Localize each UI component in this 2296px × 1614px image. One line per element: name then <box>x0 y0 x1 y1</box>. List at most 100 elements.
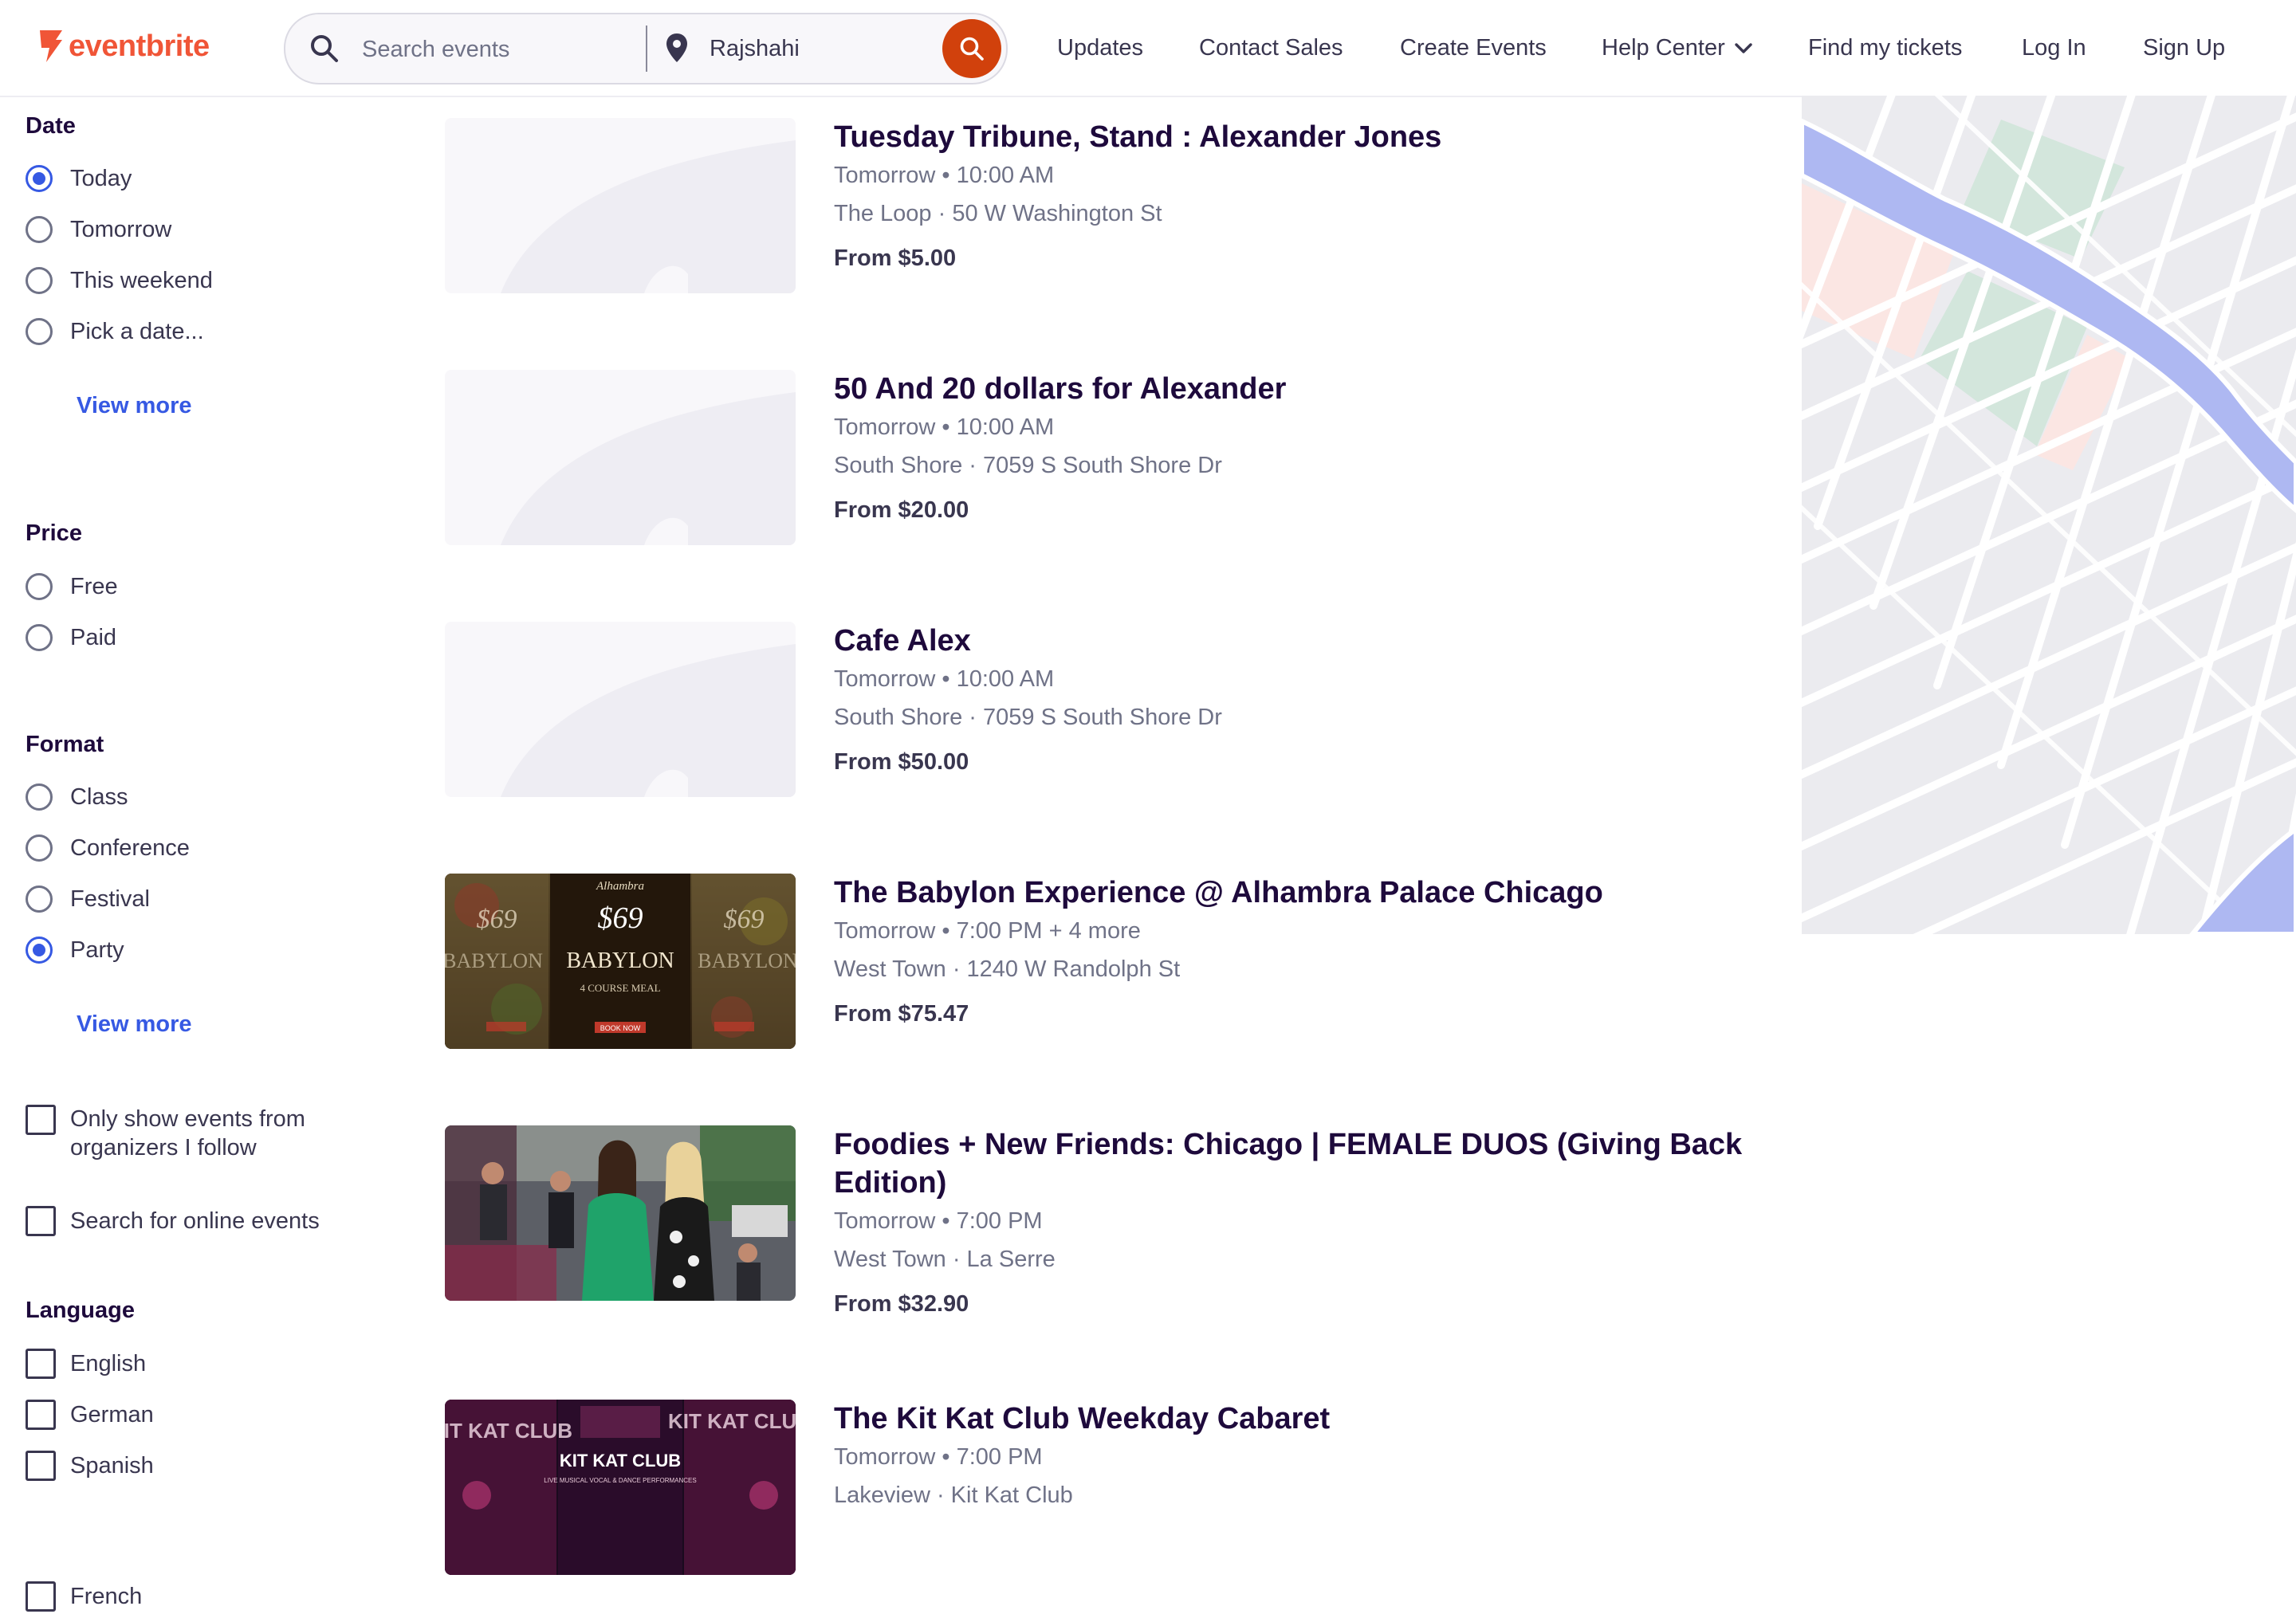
event-image-placeholder[interactable] <box>445 118 796 293</box>
event-location: West Town · La Serre <box>834 1247 1056 1272</box>
event-image-placeholder[interactable] <box>445 370 796 545</box>
filter-online-events[interactable]: Search for online events <box>26 1204 320 1239</box>
filter-language-french[interactable]: French <box>26 1579 142 1614</box>
radio[interactable] <box>26 624 53 651</box>
radio[interactable] <box>26 886 53 913</box>
event-card[interactable]: Cafe Alex Tomorrow • 10:00 AM South Shor… <box>445 622 1752 805</box>
event-card[interactable]: Foodies + New Friends: Chicago | FEMALE … <box>445 1125 1752 1349</box>
babylon-poster-image: Alhambra $69 $69 $69 BABYLON BABYLON BAB… <box>445 874 796 1049</box>
option-label: Today <box>70 165 132 191</box>
filter-date-pick[interactable]: Pick a date... <box>26 314 204 349</box>
format-view-more-link[interactable]: View more <box>77 1011 192 1038</box>
poster-brand: Alhambra <box>596 880 644 893</box>
radio-selected[interactable] <box>26 937 53 964</box>
friends-photo-image <box>445 1125 796 1301</box>
event-price: From $50.00 <box>834 749 969 775</box>
event-datetime: Tomorrow • 7:00 PM <box>834 1444 1043 1470</box>
filter-language-english[interactable]: English <box>26 1346 146 1381</box>
filter-format-class[interactable]: Class <box>26 780 128 815</box>
poster-price-left: $69 <box>477 905 517 934</box>
event-datetime: Tomorrow • 10:00 AM <box>834 163 1055 188</box>
event-title[interactable]: Foodies + New Friends: Chicago | FEMALE … <box>834 1125 1751 1202</box>
filter-date-tomorrow[interactable]: Tomorrow <box>26 212 171 247</box>
search-bar: Rajshahi <box>284 13 1008 84</box>
nav-sign-up[interactable]: Sign Up <box>2143 0 2225 96</box>
checkbox[interactable] <box>26 1349 56 1379</box>
radio[interactable] <box>26 573 53 600</box>
poster-price-right: $69 <box>724 905 765 934</box>
event-datetime: Tomorrow • 10:00 AM <box>834 666 1055 692</box>
filter-date-today[interactable]: Today <box>26 161 132 196</box>
map-canvas <box>1802 96 2296 934</box>
placeholder-image-icon <box>501 392 796 545</box>
radio[interactable] <box>26 216 53 243</box>
filter-price-paid[interactable]: Paid <box>26 620 116 655</box>
radio[interactable] <box>26 267 53 294</box>
option-label: Paid <box>70 624 117 650</box>
event-image-babylon[interactable]: Alhambra $69 $69 $69 BABYLON BABYLON BAB… <box>445 874 796 1049</box>
filter-language-german[interactable]: German <box>26 1397 154 1432</box>
event-price: From $20.00 <box>834 497 969 523</box>
filter-follow-organizers[interactable]: Only show events from organizers I follo… <box>26 1105 360 1162</box>
poster-name-left: BABYLON <box>445 949 543 972</box>
option-label: Pick a date... <box>70 318 204 344</box>
events-map[interactable] <box>1802 96 2296 934</box>
filter-format-conference[interactable]: Conference <box>26 831 190 866</box>
event-image-friends[interactable] <box>445 1125 796 1301</box>
eventbrite-logo[interactable]: eventbrite <box>35 22 210 70</box>
chevron-down-icon <box>1735 43 1752 54</box>
checkbox[interactable] <box>26 1451 56 1481</box>
filter-format-title: Format <box>26 732 104 757</box>
filter-date-weekend[interactable]: This weekend <box>26 263 213 298</box>
location-input[interactable]: Rajshahi <box>710 29 949 69</box>
option-label: Class <box>70 783 128 810</box>
option-label: Party <box>70 937 124 963</box>
nav-help-center[interactable]: Help Center <box>1602 0 1752 96</box>
checkbox[interactable] <box>26 1581 56 1612</box>
event-card[interactable]: Alhambra $69 $69 $69 BABYLON BABYLON BAB… <box>445 874 1752 1057</box>
poster-name-right: BABYLON <box>698 949 796 972</box>
checkbox[interactable] <box>26 1400 56 1430</box>
date-view-more-link[interactable]: View more <box>77 393 192 419</box>
checkbox[interactable] <box>26 1105 56 1135</box>
event-title[interactable]: Cafe Alex <box>834 622 1751 660</box>
filter-language-spanish[interactable]: Spanish <box>26 1448 154 1483</box>
radio[interactable] <box>26 318 53 345</box>
event-location: South Shore · 7059 S South Shore Dr <box>834 453 1222 478</box>
event-price: From $5.00 <box>834 245 957 271</box>
search-button[interactable] <box>942 19 1001 78</box>
option-label: Free <box>70 573 118 599</box>
filter-price-free[interactable]: Free <box>26 569 118 604</box>
event-title[interactable]: 50 And 20 dollars for Alexander <box>834 370 1751 408</box>
option-label: Spanish <box>70 1452 154 1479</box>
event-price: From $32.90 <box>834 1291 969 1317</box>
poster-price: $69 <box>598 901 643 935</box>
event-title[interactable]: The Kit Kat Club Weekday Cabaret <box>834 1400 1751 1438</box>
event-title[interactable]: The Babylon Experience @ Alhambra Palace… <box>834 874 1751 912</box>
event-title[interactable]: Tuesday Tribune, Stand : Alexander Jones <box>834 118 1751 156</box>
search-icon <box>311 35 338 62</box>
nav-contact-sales[interactable]: Contact Sales <box>1199 0 1343 96</box>
radio[interactable] <box>26 834 53 862</box>
filter-format-party[interactable]: Party <box>26 933 124 968</box>
nav-log-in[interactable]: Log In <box>2022 0 2086 96</box>
event-card[interactable]: Tuesday Tribune, Stand : Alexander Jones… <box>445 118 1752 301</box>
option-label: German <box>70 1401 154 1427</box>
checkbox[interactable] <box>26 1206 56 1236</box>
nav-updates[interactable]: Updates <box>1057 0 1143 96</box>
event-card[interactable]: KIT KAT CLUB KIT KAT CLUB KIT KAT CLUB L… <box>445 1400 1752 1575</box>
event-image-kitkat[interactable]: KIT KAT CLUB KIT KAT CLUB KIT KAT CLUB L… <box>445 1400 796 1575</box>
filter-price-title: Price <box>26 520 82 546</box>
filter-format-festival[interactable]: Festival <box>26 882 150 917</box>
radio[interactable] <box>26 783 53 811</box>
kitkat-poster-image: KIT KAT CLUB KIT KAT CLUB KIT KAT CLUB L… <box>445 1400 796 1575</box>
placeholder-image-icon <box>501 140 796 293</box>
nav-find-my-tickets[interactable]: Find my tickets <box>1808 0 1962 96</box>
event-image-placeholder[interactable] <box>445 622 796 797</box>
event-price: From $75.47 <box>834 1001 969 1027</box>
nav-create-events[interactable]: Create Events <box>1400 0 1547 96</box>
event-card[interactable]: 50 And 20 dollars for Alexander Tomorrow… <box>445 370 1752 553</box>
poster-sub: 4 COURSE MEAL <box>580 982 660 994</box>
logo-wordmark: eventbrite <box>69 29 210 63</box>
radio-selected[interactable] <box>26 165 53 192</box>
